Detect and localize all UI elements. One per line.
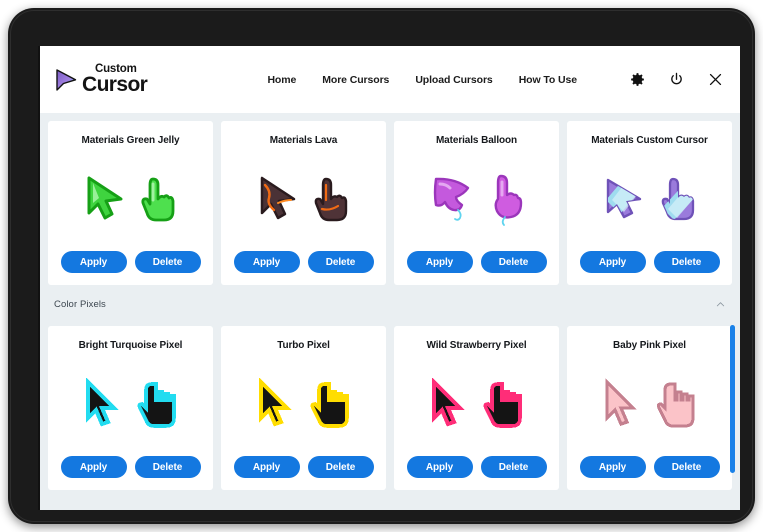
arrow-cursor-icon [258, 377, 292, 426]
cursor-preview [231, 146, 376, 251]
card-title: Materials Balloon [435, 135, 518, 146]
card-actions: Apply Delete [60, 251, 201, 273]
card-actions: Apply Delete [233, 251, 374, 273]
hand-cursor-icon [656, 382, 694, 427]
cursor-card[interactable]: Wild Strawberry Pixel Apply Delete [394, 326, 559, 490]
hand-cursor-icon [494, 174, 522, 226]
arrow-cursor-icon [604, 377, 637, 426]
apply-button[interactable]: Apply [579, 456, 646, 478]
brand-logo[interactable]: Custom Cursor [54, 63, 148, 97]
cursor-card[interactable]: Turbo Pixel Apply Delete [221, 326, 386, 490]
card-actions: Apply Delete [60, 456, 201, 478]
card-title: Turbo Pixel [277, 340, 330, 351]
delete-button[interactable]: Delete [480, 251, 547, 273]
card-title: Materials Green Jelly [81, 135, 180, 146]
nav-home[interactable]: Home [267, 74, 296, 86]
card-title: Bright Turquoise Pixel [78, 340, 183, 351]
arrow-cursor-icon [87, 176, 122, 219]
nav-upload-cursors[interactable]: Upload Cursors [415, 74, 492, 86]
cursor-card[interactable]: Baby Pink Pixel Apply Delete [567, 326, 732, 490]
card-title: Baby Pink Pixel [613, 340, 686, 351]
card-title: Wild Strawberry Pixel [426, 340, 527, 351]
nav-more-cursors[interactable]: More Cursors [322, 74, 389, 86]
cursor-card[interactable]: Materials Balloon Apply Delete [394, 121, 559, 285]
cursor-preview [231, 351, 376, 456]
delete-button[interactable]: Delete [653, 456, 720, 478]
app-screen: Custom Cursor Home More Cursors Upload C… [38, 46, 740, 510]
delete-button[interactable]: Delete [134, 251, 201, 273]
gear-icon[interactable] [629, 71, 646, 88]
card-actions: Apply Delete [579, 251, 720, 273]
cursor-preview [404, 351, 549, 456]
delete-button[interactable]: Delete [307, 456, 374, 478]
cursor-card[interactable]: Materials Lava Apply Delete [221, 121, 386, 285]
card-actions: Apply Delete [233, 456, 374, 478]
apply-button[interactable]: Apply [579, 251, 646, 273]
cursor-preview [577, 146, 722, 251]
arrow-cursor-icon [85, 377, 119, 426]
delete-button[interactable]: Delete [307, 251, 374, 273]
arrow-cursor-icon [433, 177, 469, 221]
apply-button[interactable]: Apply [406, 456, 473, 478]
hand-cursor-icon [314, 177, 347, 221]
cursor-preview [404, 146, 549, 251]
materials-card-grid: Materials Green Jelly Apply Delete Mater… [40, 113, 740, 293]
delete-button[interactable]: Delete [653, 251, 720, 273]
app-header: Custom Cursor Home More Cursors Upload C… [40, 46, 740, 113]
logo-wordmark: Custom Cursor [82, 63, 148, 97]
delete-button[interactable]: Delete [480, 456, 547, 478]
device-frame: Custom Cursor Home More Cursors Upload C… [8, 8, 755, 524]
card-actions: Apply Delete [406, 251, 547, 273]
cursor-arrow-logo-icon [56, 68, 77, 91]
chevron-up-icon[interactable] [715, 299, 726, 310]
cursor-preview [58, 351, 203, 456]
apply-button[interactable]: Apply [60, 251, 127, 273]
section-title: Color Pixels [54, 299, 106, 310]
nav-how-to-use[interactable]: How To Use [519, 74, 577, 86]
arrow-cursor-icon [260, 176, 295, 219]
hand-cursor-icon [137, 381, 176, 428]
hand-cursor-icon [140, 177, 174, 221]
section-header-color-pixels[interactable]: Color Pixels [40, 293, 740, 318]
apply-button[interactable]: Apply [60, 456, 127, 478]
cursor-card[interactable]: Bright Turquoise Pixel Apply Delete [48, 326, 213, 490]
card-actions: Apply Delete [406, 456, 547, 478]
hand-cursor-icon [310, 381, 349, 428]
content-scroll-area[interactable]: Materials Green Jelly Apply Delete Mater… [40, 113, 740, 510]
arrow-cursor-icon [431, 377, 465, 426]
cursor-preview [58, 146, 203, 251]
apply-button[interactable]: Apply [406, 251, 473, 273]
apply-button[interactable]: Apply [233, 251, 300, 273]
hand-cursor-icon [661, 177, 694, 220]
header-icon-group [629, 71, 724, 88]
cursor-preview [577, 351, 722, 456]
hand-cursor-icon [483, 381, 522, 428]
main-nav: Home More Cursors Upload Cursors How To … [267, 71, 724, 88]
apply-button[interactable]: Apply [233, 456, 300, 478]
power-icon[interactable] [668, 71, 685, 88]
cursor-card[interactable]: Materials Green Jelly Apply Delete [48, 121, 213, 285]
logo-text-cursor: Cursor [82, 73, 148, 97]
card-title: Materials Lava [269, 135, 338, 146]
close-icon[interactable] [707, 71, 724, 88]
scrollbar-thumb[interactable] [730, 325, 735, 473]
card-title: Materials Custom Cursor [591, 135, 708, 146]
delete-button[interactable]: Delete [134, 456, 201, 478]
card-actions: Apply Delete [579, 456, 720, 478]
scrollbar-track[interactable] [730, 113, 735, 510]
cursor-card[interactable]: Materials Custom Cursor Apply Delete [567, 121, 732, 285]
color-pixels-card-grid: Bright Turquoise Pixel Apply Delete Turb… [40, 318, 740, 498]
arrow-cursor-icon [606, 178, 641, 218]
